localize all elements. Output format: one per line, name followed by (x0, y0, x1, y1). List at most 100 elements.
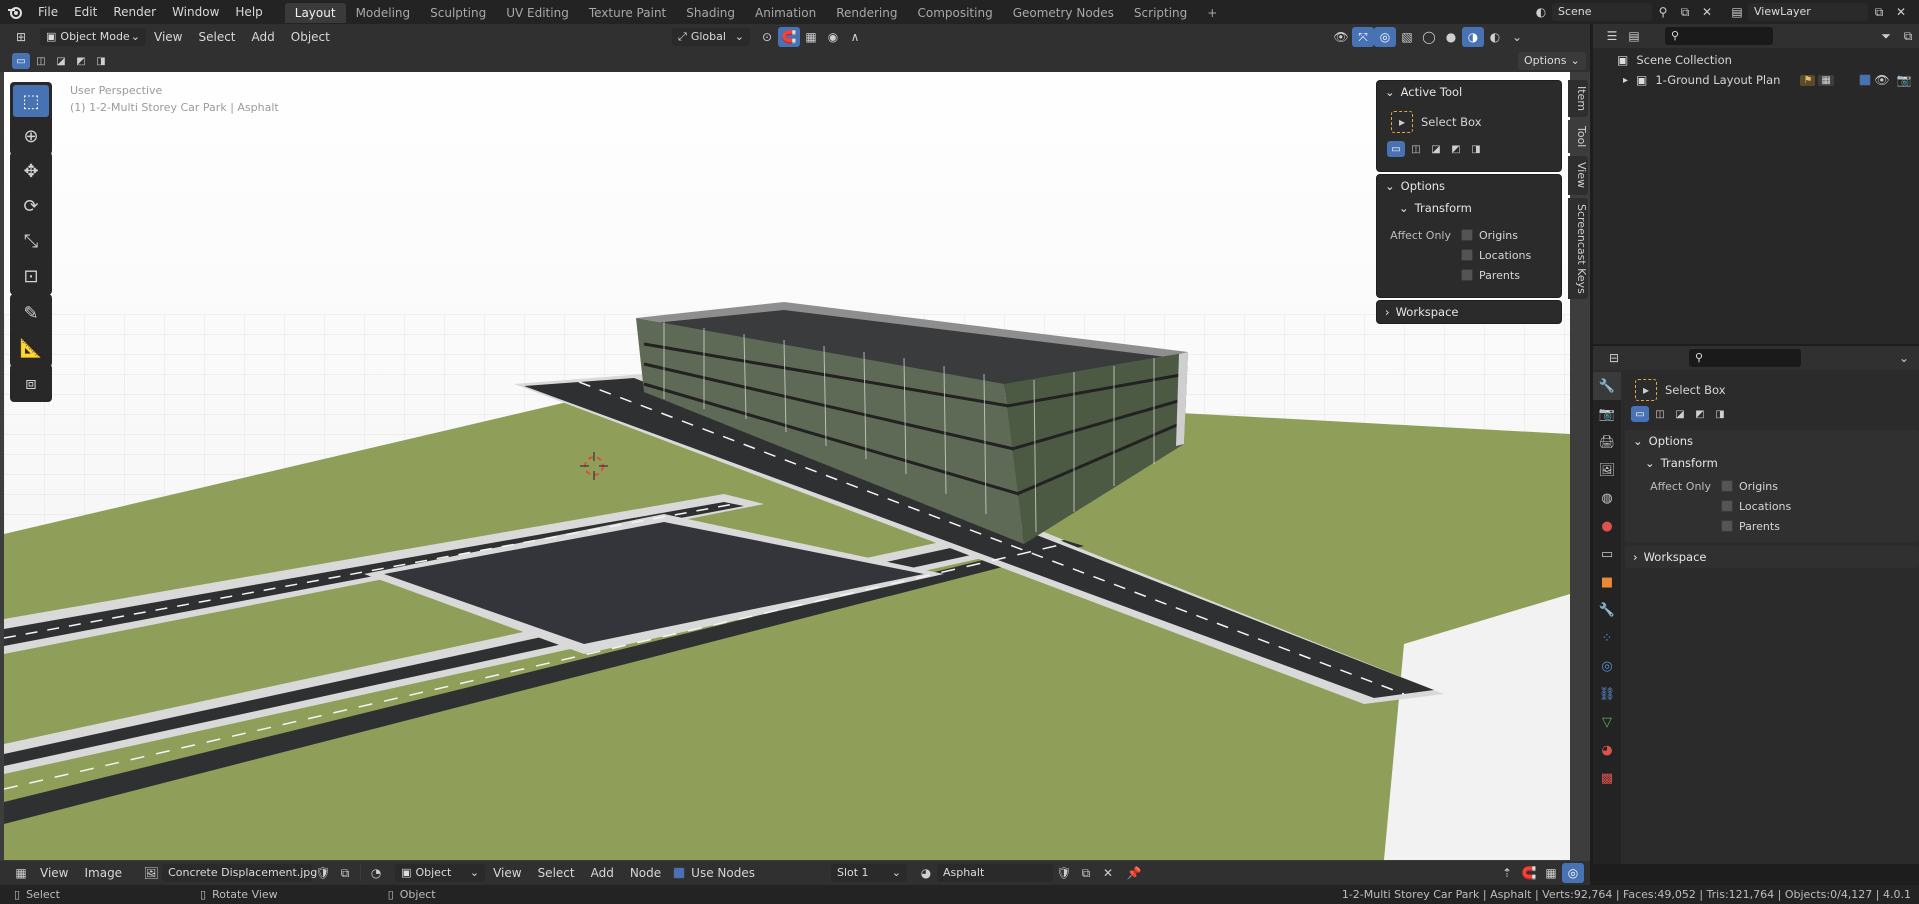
fake-user-icon[interactable]: 🛡 (312, 863, 334, 883)
node-menu-select[interactable]: Select (530, 861, 583, 885)
material-tab-icon[interactable]: ◕ (1593, 736, 1621, 764)
particles-tab-icon[interactable]: ⁘ (1593, 624, 1621, 652)
world-tab-icon[interactable]: ● (1593, 512, 1621, 540)
parents-checkbox[interactable] (1461, 269, 1473, 281)
view-layer-field[interactable]: ViewLayer (1748, 3, 1868, 21)
solid-shading-icon[interactable]: ● (1440, 27, 1462, 47)
tab-rendering[interactable]: Rendering (826, 3, 907, 23)
new-view-layer-icon[interactable]: ⧉ (1868, 2, 1890, 22)
select-difference-icon[interactable]: ◩ (72, 53, 90, 69)
scale-tool-icon[interactable]: ⤡ (13, 225, 49, 257)
options-dropdown[interactable]: Options ⌄ (1518, 52, 1586, 70)
shading-options-icon[interactable]: ⌄ (1506, 27, 1528, 47)
select-intersect-icon[interactable]: ◨ (92, 53, 110, 69)
select-extend-icon[interactable]: ◫ (32, 53, 50, 69)
xray-icon[interactable]: ▧ (1396, 27, 1418, 47)
annotate-tool-icon[interactable]: ✎ (13, 297, 49, 329)
menu-help[interactable]: Help (227, 0, 270, 24)
collection-tab-icon[interactable]: ▭ (1593, 540, 1621, 568)
tab-layout[interactable]: Layout (284, 3, 346, 23)
tab-sculpting[interactable]: Sculpting (420, 3, 496, 23)
select-extend-icon[interactable]: ◫ (1651, 406, 1669, 422)
menu-window[interactable]: Window (164, 0, 227, 24)
menu-file[interactable]: File (30, 0, 66, 24)
fake-user-icon[interactable]: 🛡 (1053, 863, 1075, 883)
scene-render[interactable] (4, 54, 1570, 860)
gizmo-icon[interactable]: ⤧ (1352, 27, 1374, 47)
viewport-menu-object[interactable]: Object (283, 25, 338, 49)
tab-animation[interactable]: Animation (745, 3, 826, 23)
eye-icon[interactable]: 👁 (1871, 70, 1893, 90)
chevron-right-icon[interactable]: ▸ (1623, 75, 1628, 86)
orientation-dropdown[interactable]: ⤢ Global ⌄ (672, 28, 750, 46)
workspace-section[interactable]: › Workspace (1625, 546, 1919, 568)
constraints-tab-icon[interactable]: ⛓ (1593, 680, 1621, 708)
snap-icon[interactable]: 🧲 (1518, 863, 1540, 883)
render-tab-icon[interactable]: 📷 (1593, 400, 1621, 428)
tab-texture-paint[interactable]: Texture Paint (579, 3, 676, 23)
wireframe-shading-icon[interactable]: ◯ (1418, 27, 1440, 47)
pin-icon[interactable]: ⚲ (1652, 2, 1674, 22)
scene-name-field[interactable]: Scene (1552, 3, 1652, 21)
select-box-icon[interactable]: ▸ (1391, 111, 1413, 133)
snap-icon[interactable]: 🧲 (778, 27, 800, 47)
slot-dropdown[interactable]: Slot 1 ⌄ (830, 864, 907, 882)
tab-scripting[interactable]: Scripting (1124, 3, 1197, 23)
chevron-down-icon[interactable]: ⌄ (1633, 430, 1643, 452)
snap-mode-icon[interactable]: ▦ (1540, 863, 1562, 883)
tab-modeling[interactable]: Modeling (346, 3, 421, 23)
duplicate-material-icon[interactable]: ⧉ (1075, 863, 1097, 883)
image-name-field[interactable]: Concrete Displacement.jpg (162, 864, 317, 882)
select-box-tool-icon[interactable]: ⬚ (13, 85, 49, 117)
viewport-menu-add[interactable]: Add (244, 25, 283, 49)
node-menu-add[interactable]: Add (583, 861, 622, 885)
remove-view-layer-icon[interactable]: ✕ (1890, 2, 1912, 22)
material-name-field[interactable]: Asphalt (936, 864, 1053, 882)
object-type-dropdown[interactable]: ▣ Object ⌄ (395, 864, 486, 882)
image-menu-view[interactable]: View (32, 861, 76, 885)
add-workspace-button[interactable]: + (1197, 3, 1227, 23)
new-collection-icon[interactable]: ⧉ (1897, 26, 1919, 46)
editor-type-icon[interactable]: ⊞ (10, 27, 32, 47)
select-new-icon[interactable]: ▭ (1631, 406, 1649, 422)
tab-shading[interactable]: Shading (676, 3, 745, 23)
editor-type-icon[interactable]: ☰ (1601, 26, 1623, 46)
chevron-down-icon[interactable]: ⌄ (1385, 81, 1395, 103)
select-subtract-icon[interactable]: ◪ (1671, 406, 1689, 422)
rendered-shading-icon[interactable]: ◐ (1484, 27, 1506, 47)
locations-checkbox[interactable] (1461, 249, 1473, 261)
chevron-right-icon[interactable]: › (1385, 301, 1390, 323)
transform-tool-icon[interactable]: ⊡ (13, 260, 49, 292)
output-tab-icon[interactable]: 🖨 (1593, 428, 1621, 456)
measure-tool-icon[interactable]: 📐 (13, 332, 49, 364)
chevron-down-icon[interactable]: ⌄ (1893, 348, 1915, 368)
pin-icon[interactable]: 📌 (1123, 863, 1145, 883)
overlays-icon[interactable]: ◎ (1374, 27, 1396, 47)
workspace-panel[interactable]: › Workspace (1376, 300, 1562, 324)
parents-checkbox[interactable] (1721, 520, 1733, 532)
display-mode-icon[interactable]: ▤ (1623, 26, 1645, 46)
tab-screencast-keys[interactable]: Screencast Keys (1568, 197, 1588, 300)
collection-include-checkbox[interactable] (1859, 74, 1871, 86)
locations-checkbox[interactable] (1721, 500, 1733, 512)
material-browse-icon[interactable]: ◕ (915, 863, 937, 883)
select-difference-icon[interactable]: ◩ (1691, 406, 1709, 422)
texture-tab-icon[interactable]: ▩ (1593, 764, 1621, 792)
view-layer-tab-icon[interactable]: 🖼 (1593, 456, 1621, 484)
blender-logo-icon[interactable] (0, 0, 30, 24)
object-mode-dropdown[interactable]: ▣ Object Mode ⌄ (40, 28, 146, 46)
menu-edit[interactable]: Edit (66, 0, 105, 24)
viewport-3d[interactable]: ⊞ ▣ Object Mode ⌄ View Select Add Object… (0, 24, 1590, 864)
data-tab-icon[interactable]: ▽ (1593, 708, 1621, 736)
select-subtract-icon[interactable]: ◪ (52, 53, 70, 69)
move-tool-icon[interactable]: ✥ (13, 155, 49, 187)
image-browse-icon[interactable]: 🖼 (140, 863, 162, 883)
tab-tool[interactable]: Tool (1568, 120, 1588, 154)
shader-editor-type-icon[interactable]: ◔ (365, 863, 387, 883)
viewport-menu-select[interactable]: Select (190, 25, 243, 49)
filter-icon[interactable]: ⏷ (1875, 26, 1897, 46)
select-extend-icon[interactable]: ◫ (1407, 141, 1425, 157)
tab-uv-editing[interactable]: UV Editing (496, 3, 579, 23)
origins-checkbox[interactable] (1461, 229, 1473, 241)
chevron-down-icon[interactable]: ⌄ (1645, 452, 1655, 474)
